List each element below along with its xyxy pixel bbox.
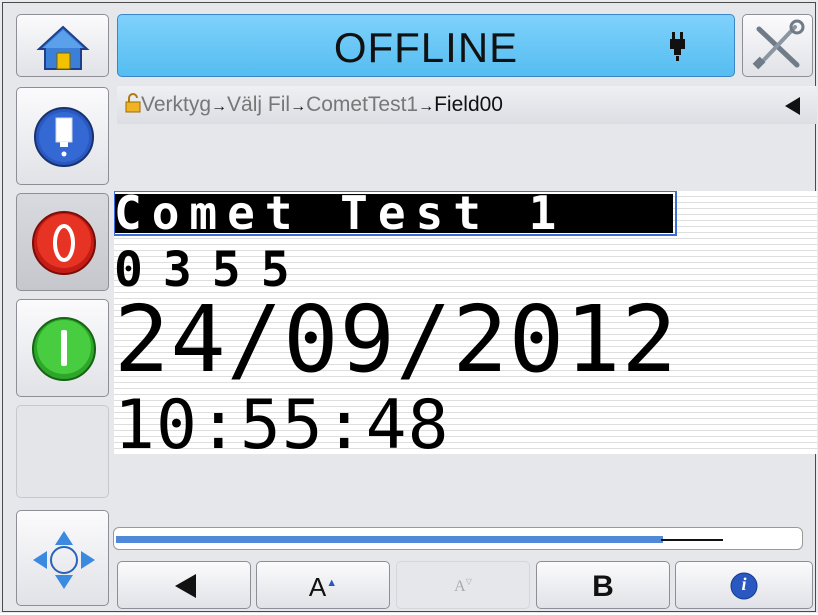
lock-icon (125, 93, 141, 113)
status-bar[interactable]: OFFLINE (117, 14, 735, 77)
breadcrumb: Verktyg→Välj Fil→CometTest1→Field00 (117, 86, 817, 124)
field-comet-test[interactable]: Comet Test 1 (114, 191, 566, 240)
info-button[interactable]: i (675, 561, 813, 609)
breadcrumb-separator: → (290, 98, 307, 115)
tools-icon (752, 19, 805, 70)
info-label: i (741, 574, 747, 594)
tools-button[interactable] (742, 14, 813, 77)
ink-level-fill (116, 536, 663, 543)
triangle-up-icon: ▲ (326, 577, 338, 589)
cursor-left-button[interactable] (117, 561, 251, 609)
breadcrumb-item-verktyg[interactable]: Verktyg (141, 93, 211, 116)
font-size-up-button[interactable]: A▲ (256, 561, 390, 609)
message-editor[interactable]: Comet Test 1 0355 24/09/2012 10:55:48 (114, 191, 817, 454)
start-button[interactable] (16, 299, 109, 397)
ink-system-button[interactable] (16, 87, 109, 185)
breadcrumb-separator: → (418, 98, 435, 115)
home-icon (36, 25, 90, 70)
triangle-down-icon: ▽ (465, 577, 472, 586)
printer-screen: OFFLINE Verktyg→Välj Fil→CometTest1→Fiel… (0, 0, 818, 613)
font-up-label: A (308, 572, 327, 602)
left-arrow-icon (175, 574, 196, 598)
ink-level-marker (661, 539, 723, 541)
start-icon (32, 317, 96, 381)
bold-button[interactable]: B (536, 561, 670, 609)
navigate-button[interactable] (16, 510, 109, 606)
empty-slot (16, 405, 109, 498)
ink-cartridge-icon (34, 107, 94, 167)
field-date[interactable]: 24/09/2012 (114, 286, 678, 393)
bold-label: B (592, 570, 614, 603)
home-button[interactable] (16, 14, 109, 77)
status-text: OFFLINE (333, 24, 519, 71)
ink-level-bar (113, 527, 803, 550)
nozzle-icon (670, 32, 685, 61)
field-time[interactable]: 10:55:48 (114, 386, 450, 454)
back-arrow-icon[interactable] (783, 96, 803, 116)
stop-button[interactable] (16, 193, 109, 291)
breadcrumb-separator: → (211, 98, 228, 115)
font-down-label: A (454, 578, 466, 595)
stop-icon (32, 211, 96, 275)
breadcrumb-item-current: Field00 (434, 93, 503, 116)
navigate-arrows-icon (33, 531, 95, 589)
font-size-down-button: A▽ (396, 561, 530, 609)
breadcrumb-item-valj-fil[interactable]: Välj Fil (227, 93, 290, 116)
breadcrumb-item-comettest1[interactable]: CometTest1 (306, 93, 418, 116)
